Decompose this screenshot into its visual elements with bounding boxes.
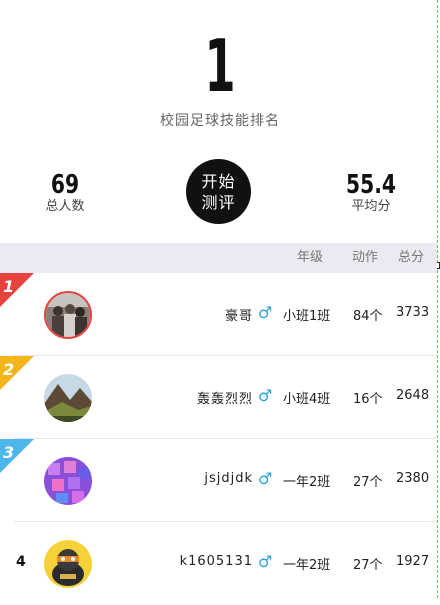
player-score: 2648	[396, 388, 430, 403]
player-class: 一年2班	[283, 475, 331, 490]
total-people-value: 69	[50, 170, 80, 200]
purple-pattern-icon	[44, 457, 92, 505]
table-row[interactable]: 3 jsjdjdk ♂ 一年2班 27个 2380	[0, 439, 437, 522]
table-row[interactable]: 1 豪哥 ♂ 小班1班 84个 3733	[0, 273, 437, 356]
player-class: 小班4班	[283, 392, 331, 407]
table-row[interactable]: 4 k1605131 ♂ 一年2班 27个 1927	[0, 522, 437, 605]
rank-badge: 3	[3, 443, 15, 462]
guide-line	[437, 0, 438, 598]
player-score: 1927	[396, 554, 430, 569]
table-row[interactable]: 2 轰轰烈烈 ♂ 小班4班 16个 2648	[0, 356, 437, 439]
player-actions: 16个	[353, 392, 383, 407]
cartoon-character-icon	[44, 540, 92, 588]
player-score: 3733	[396, 305, 430, 320]
male-icon: ♂	[258, 469, 273, 488]
male-icon: ♂	[258, 552, 273, 571]
start-evaluation-button[interactable]: 开始测评	[186, 159, 251, 224]
player-score: 2380	[396, 471, 430, 486]
player-class: 一年2班	[283, 558, 331, 573]
avatar[interactable]	[44, 291, 92, 339]
player-class: 小班1班	[283, 309, 331, 324]
avatar[interactable]	[44, 374, 92, 422]
avatar[interactable]	[44, 540, 92, 588]
average-score-stat: 55.4 平均分	[331, 170, 411, 214]
ranking-table-header: 年级 动作 总分	[0, 243, 437, 273]
avatar[interactable]	[44, 457, 92, 505]
column-header-total: 总分	[398, 250, 425, 265]
player-name: 轰轰烈烈	[196, 392, 253, 407]
group-photo-icon	[46, 293, 90, 337]
player-actions: 27个	[353, 558, 383, 573]
player-name: k1605131	[179, 554, 253, 569]
rank-badge: 2	[3, 360, 15, 379]
player-name: 豪哥	[224, 309, 253, 324]
player-actions: 84个	[353, 309, 383, 324]
average-score-label: 平均分	[351, 199, 391, 214]
male-icon: ♂	[258, 303, 273, 322]
total-people-label: 总人数	[45, 199, 85, 214]
male-icon: ♂	[258, 386, 273, 405]
rank-badge: 1	[3, 277, 15, 296]
player-actions: 27个	[353, 475, 383, 490]
average-score-value: 55.4	[345, 170, 397, 200]
start-evaluation-label: 开始测评	[201, 171, 236, 212]
my-rank-number: 1	[204, 24, 236, 108]
total-people-stat: 69 总人数	[25, 170, 105, 214]
player-name: jsjdjdk	[204, 471, 253, 486]
column-header-grade: 年级	[297, 250, 324, 265]
rank-number: 4	[16, 554, 26, 570]
landscape-photo-icon	[44, 374, 92, 422]
column-header-actions: 动作	[352, 250, 379, 265]
page-title: 校园足球技能排名	[160, 113, 280, 129]
